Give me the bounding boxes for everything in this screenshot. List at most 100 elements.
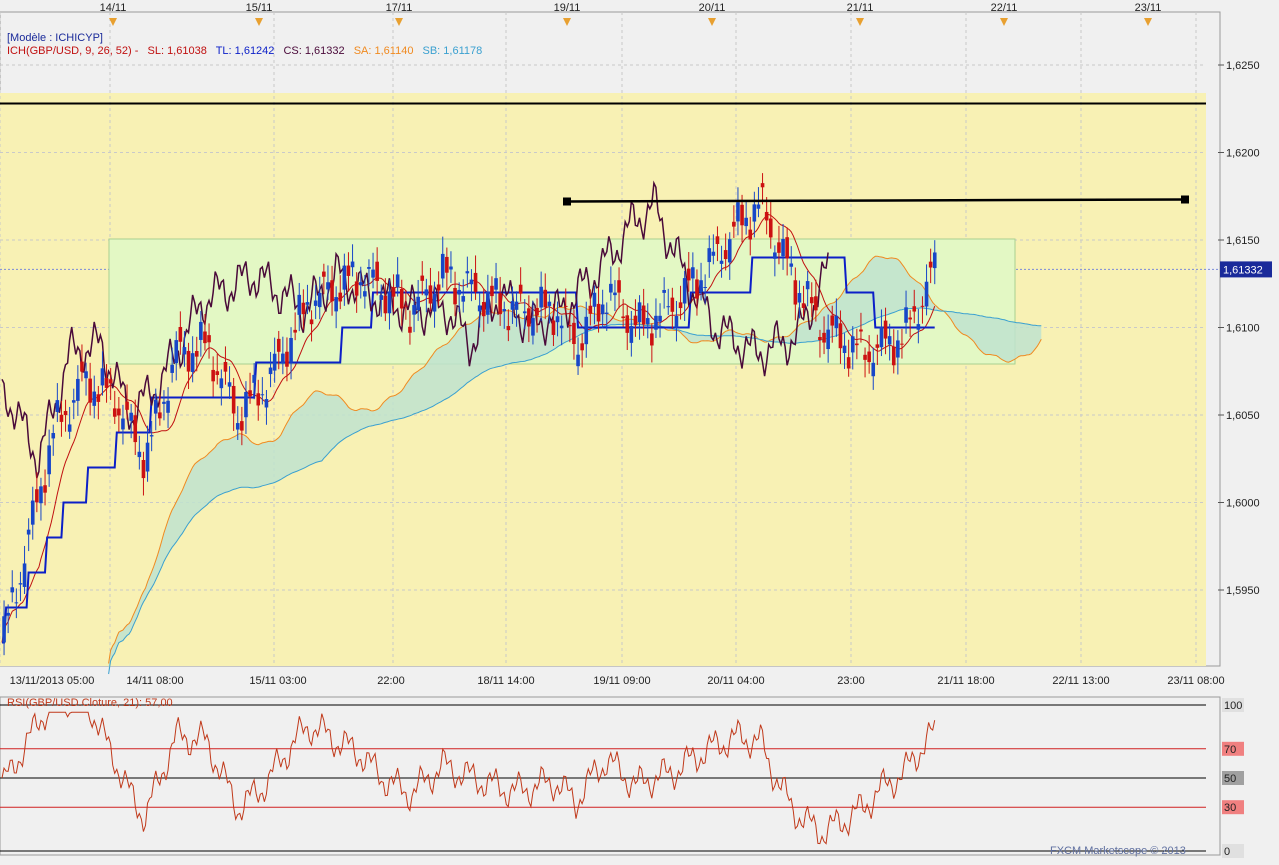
- candle-body: [117, 408, 121, 416]
- candle-body: [80, 361, 84, 372]
- candle-body: [391, 287, 396, 297]
- candle-body: [596, 303, 601, 322]
- rsi-label: RSI(GBP/USD.Cloture, 21): 57,00: [7, 697, 173, 709]
- candle-body: [715, 236, 720, 245]
- candle-body: [576, 354, 580, 367]
- rsi-level-label: 0: [1224, 846, 1230, 858]
- candle-body: [149, 435, 154, 437]
- y-tick-label: 1,6250: [1226, 60, 1260, 72]
- candle-body: [383, 295, 388, 314]
- candle-body: [654, 315, 658, 330]
- top-date-label: 15/11: [246, 2, 273, 14]
- candle-body: [6, 612, 10, 616]
- candle-body: [317, 292, 322, 308]
- candle-body: [900, 343, 904, 345]
- candle-body: [789, 263, 794, 267]
- candle-body: [30, 500, 35, 525]
- candle-body: [244, 392, 248, 418]
- candle-body: [539, 286, 543, 308]
- candle-body: [814, 296, 818, 311]
- candle-body: [830, 315, 835, 326]
- candle-body: [859, 329, 863, 332]
- candle-body: [637, 302, 642, 323]
- candle-body: [440, 253, 445, 279]
- candle-body: [313, 300, 318, 306]
- candle-body: [55, 400, 60, 412]
- candle-body: [707, 248, 712, 263]
- candle-body: [875, 344, 880, 348]
- candle-body: [887, 336, 892, 345]
- candle-body: [399, 289, 404, 309]
- ichimoku-legend: ICH(GBP/USD, 9, 26, 52) - SL: 1,61038 TL…: [7, 45, 488, 57]
- candle-body: [420, 275, 425, 281]
- candle-body: [231, 385, 236, 414]
- candle-body: [522, 311, 527, 314]
- candle-body: [682, 278, 687, 304]
- candle-body: [740, 204, 744, 226]
- legend-sl: SL: 1,61038: [147, 45, 207, 57]
- candle-body: [145, 442, 150, 472]
- candle-body: [678, 302, 683, 309]
- candle-body: [600, 304, 605, 315]
- x-tick-label: 13/11/2013 05:00: [10, 675, 95, 687]
- candle-body: [719, 260, 724, 264]
- rsi-level-label: 30: [1224, 802, 1236, 814]
- candle-body: [547, 301, 552, 306]
- top-date-label: 22/11: [991, 2, 1018, 14]
- candle-body: [658, 315, 662, 322]
- candle-body: [51, 433, 56, 439]
- candle-body: [666, 306, 671, 308]
- candle-body: [76, 378, 80, 401]
- candle-body: [289, 337, 293, 363]
- candle-body: [559, 325, 564, 329]
- candle-body: [518, 284, 523, 294]
- candle-body: [424, 289, 429, 296]
- candle-body: [129, 412, 133, 421]
- candle-body: [43, 485, 47, 493]
- model-label: [Modèle : ICHICYP]: [7, 32, 109, 44]
- candle-body: [461, 296, 466, 302]
- candle-body: [252, 374, 256, 383]
- candle-body: [838, 323, 843, 349]
- candle-body: [568, 324, 572, 327]
- candle-body: [773, 252, 777, 259]
- candle-body: [760, 183, 765, 188]
- candle-body: [855, 343, 859, 346]
- legend-sa: SA: 1,61140: [353, 45, 414, 57]
- candle-body: [580, 343, 584, 351]
- x-tick-label: 22:00: [377, 675, 405, 687]
- top-date-label: 17/11: [386, 2, 413, 14]
- candle-body: [215, 371, 220, 375]
- candle-body: [449, 266, 453, 270]
- candle-body: [92, 391, 97, 406]
- candle-body: [641, 305, 646, 325]
- candle-body: [555, 316, 560, 323]
- candle-body: [256, 393, 261, 406]
- candle-body: [2, 616, 6, 643]
- candle-body: [797, 293, 802, 303]
- top-date-label: 23/11: [1135, 2, 1162, 14]
- candle-body: [723, 250, 728, 260]
- candle-body: [551, 320, 556, 335]
- candle-body: [756, 204, 761, 209]
- rsi-frame: [0, 696, 1221, 856]
- candle-body: [281, 353, 285, 364]
- candle-body: [272, 353, 277, 371]
- candle-body: [199, 321, 203, 340]
- candle-body: [543, 289, 548, 308]
- candle-body: [777, 242, 781, 253]
- candle-body: [153, 399, 158, 414]
- candle-body: [445, 256, 449, 273]
- candle-body: [227, 382, 232, 387]
- x-tick-label: 20/11 04:00: [707, 675, 764, 687]
- candle-body: [14, 602, 19, 604]
- candle-body: [223, 361, 228, 372]
- candle-body: [22, 563, 27, 587]
- candle-body: [822, 332, 826, 343]
- candle-body: [793, 280, 798, 305]
- candle-body: [711, 251, 716, 256]
- chart-canvas[interactable]: 1,6250 1,6200 1,6150 1,6100 1,6050 1,6000 1,59…: [0, 0, 1279, 860]
- candle-body: [506, 326, 511, 331]
- candle-body: [203, 331, 207, 344]
- x-tick-label: 14/11 08:00: [126, 675, 183, 687]
